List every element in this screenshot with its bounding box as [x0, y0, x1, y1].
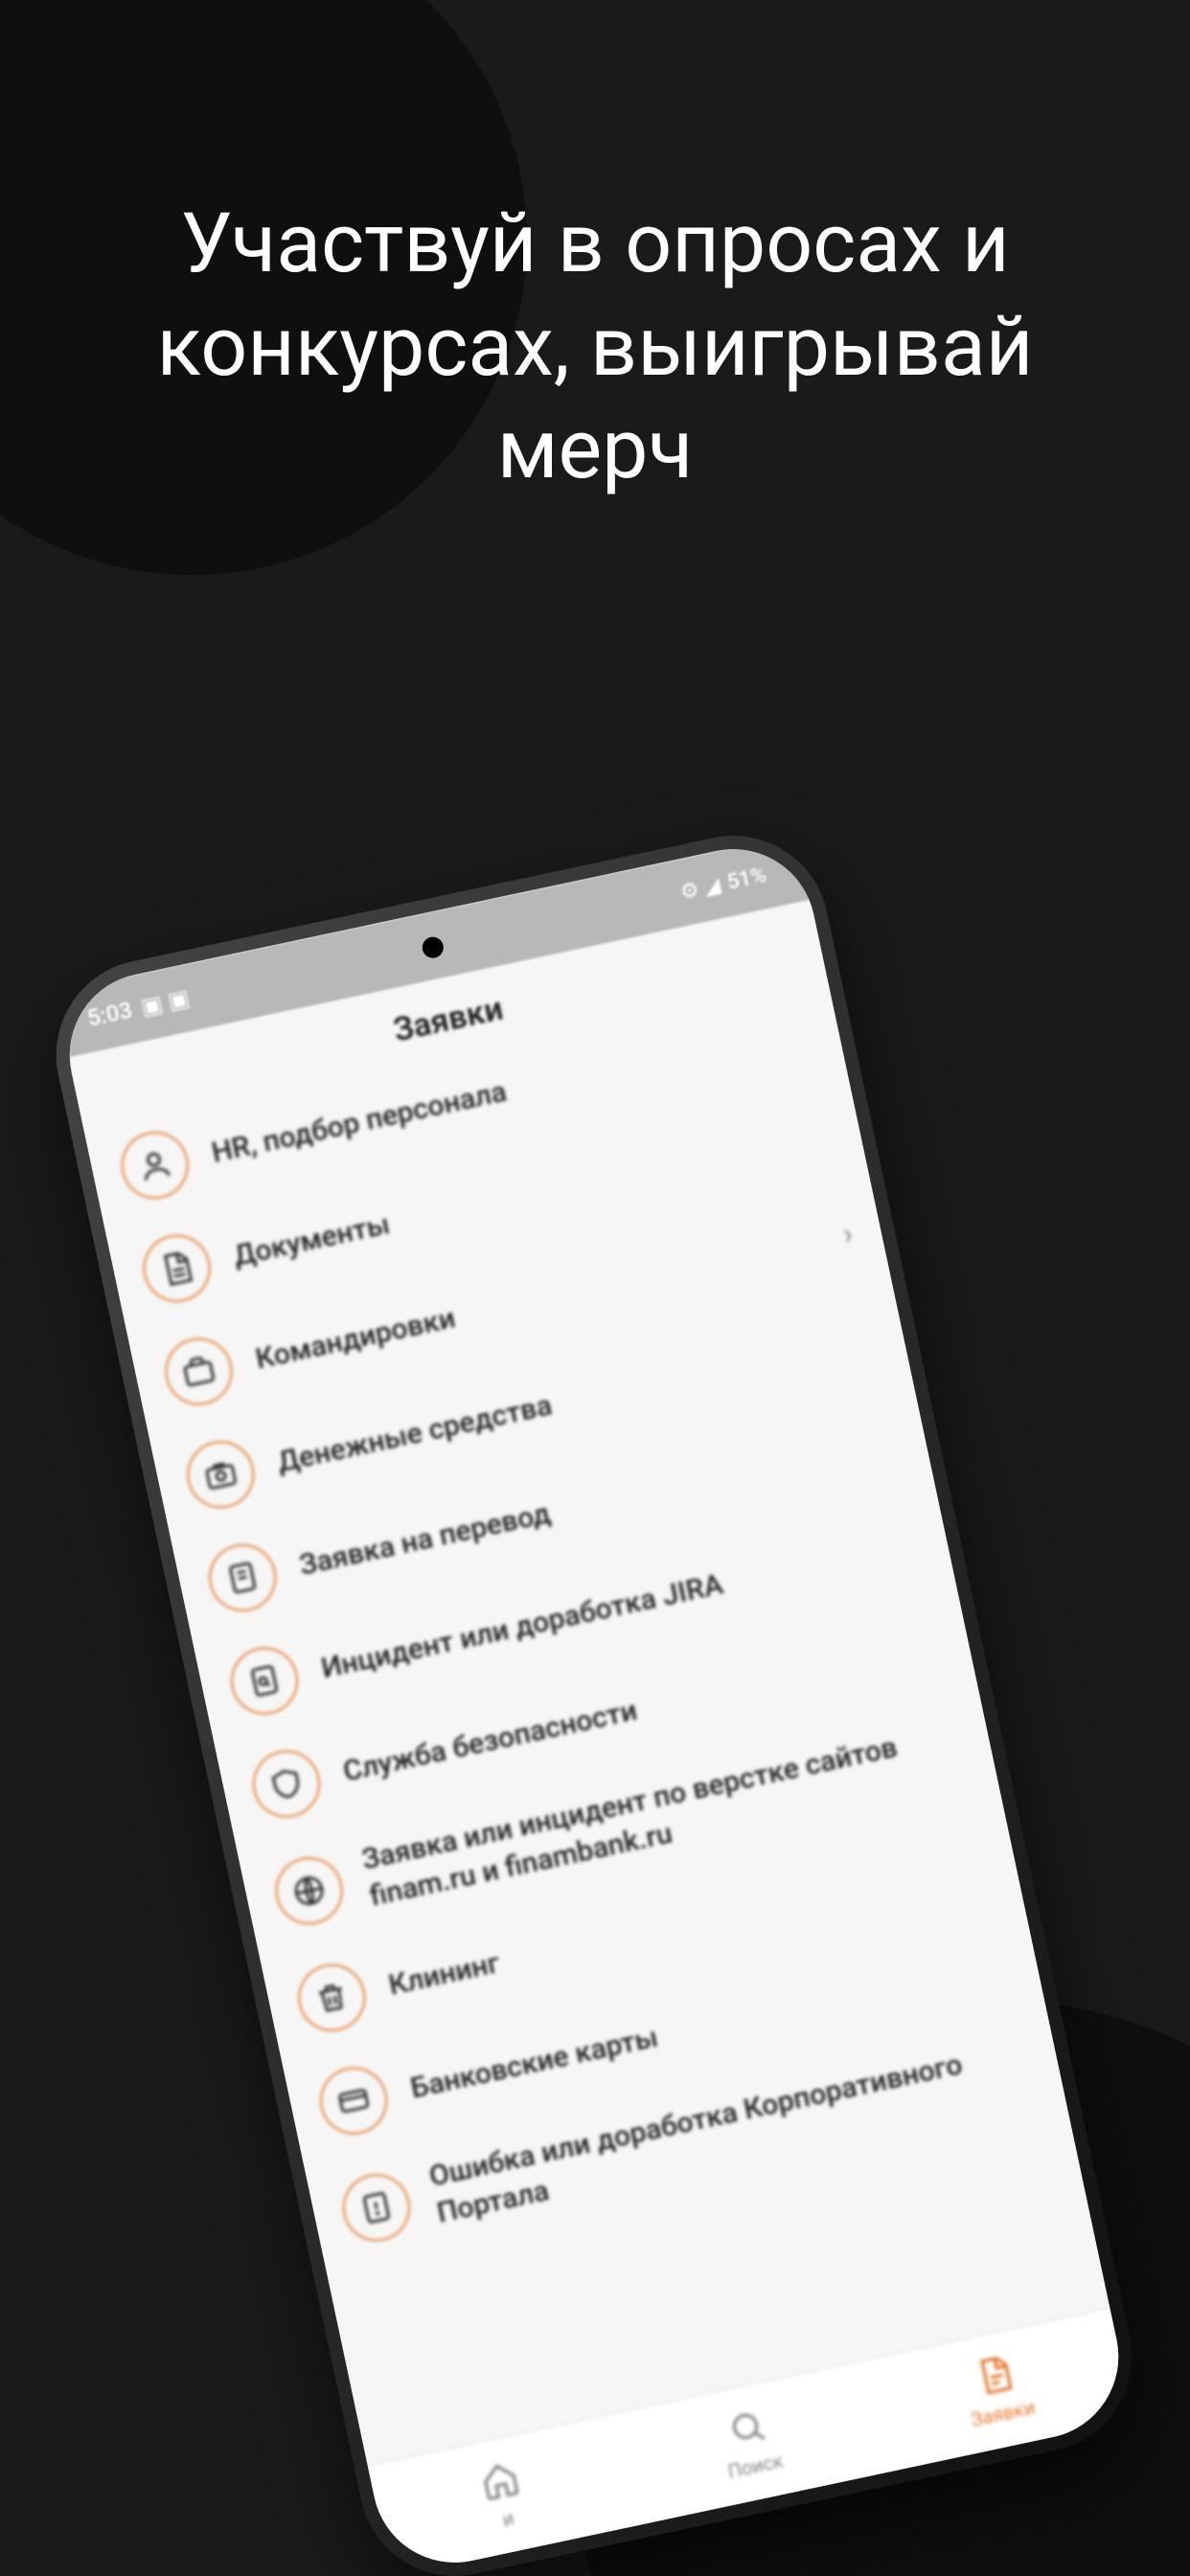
document-icon: [137, 1229, 217, 1308]
nav-label: и: [500, 2506, 515, 2531]
requests-list: HR, подбор персоналаДокументыКомандировк…: [83, 969, 1070, 2276]
shield-icon: [246, 1744, 326, 1824]
chevron-right-icon: ›: [839, 1215, 856, 1253]
requests-icon: [973, 2353, 1018, 2403]
phone-screen: 5:03 ▣ ▣ ⚙ ◢ 51% Заявки HR, подбор персо…: [55, 834, 1133, 2576]
status-indicator-icon: ▣ ▣: [139, 984, 193, 1021]
card-icon: [314, 2061, 394, 2141]
nav-label: Заявки: [969, 2396, 1037, 2432]
battery-level: 51%: [725, 862, 769, 894]
alert-doc-icon: [336, 2168, 416, 2247]
globe-icon: [269, 1852, 349, 1931]
promo-headline: Участвуй в опросах и конкурсах, выигрыва…: [68, 192, 1122, 501]
search-doc-icon: [225, 1641, 305, 1720]
search-icon: [724, 2404, 770, 2454]
camera-icon: [181, 1435, 261, 1514]
trash-icon: [292, 1958, 372, 2037]
phone-frame: 5:03 ▣ ▣ ⚙ ◢ 51% Заявки HR, подбор персо…: [38, 818, 1150, 2576]
home-icon: [477, 2457, 523, 2507]
user-icon: [115, 1125, 195, 1205]
wifi-icon: ⚙ ◢: [678, 873, 722, 905]
note-icon: [203, 1538, 283, 1618]
status-time: 5:03: [85, 997, 135, 1032]
briefcase-icon: [159, 1332, 239, 1412]
